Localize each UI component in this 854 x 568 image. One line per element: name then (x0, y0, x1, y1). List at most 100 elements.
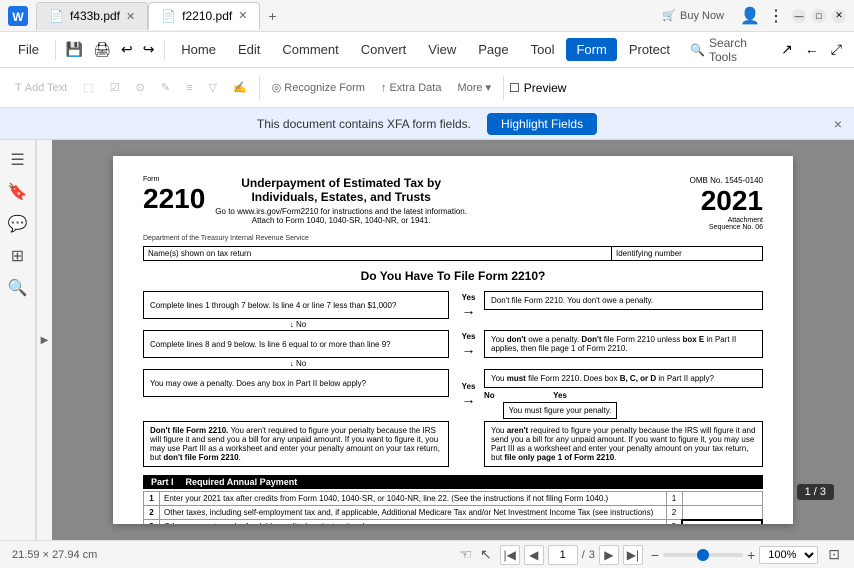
arent-required-cell: You aren't required to figure your penal… (484, 421, 763, 467)
preview-label: Preview (524, 81, 567, 95)
omb-year: 2021 (690, 185, 763, 217)
bookmark-panel-icon[interactable]: 🔖 (6, 180, 30, 204)
status-right: ☜ ↖ |◀ ◀ / 3 ▶ ▶| − + 100% 75% 125% 150%… (459, 544, 842, 565)
search-panel-icon[interactable]: 🔍 (6, 276, 30, 300)
recognize-form-button[interactable]: ◎ Recognize Form (265, 77, 372, 98)
new-tab-button[interactable]: + (260, 4, 284, 28)
save-icon[interactable]: 💾 (62, 37, 87, 62)
comment-panel-icon[interactable]: 💬 (6, 212, 30, 236)
menu-form[interactable]: Form (566, 38, 616, 61)
file-only-span: file only page 1 of Form 2210 (504, 453, 614, 462)
must-span: must (507, 374, 526, 383)
buy-now-button[interactable]: 🛒 Buy Now (654, 6, 732, 25)
view-controls: ↗ ← ⤢ (777, 37, 846, 62)
tab-file1[interactable]: 📄 f433b.pdf ✕ (36, 2, 148, 30)
dont-span: don't (507, 335, 526, 344)
prev-page-button[interactable]: ◀ (524, 545, 544, 565)
id-label: Identifying number (612, 247, 762, 260)
tab2-close[interactable]: ✕ (238, 9, 247, 22)
no-branch: No (484, 391, 495, 400)
menu-file[interactable]: File (8, 38, 49, 61)
checkbox-btn[interactable]: ☑ (103, 77, 127, 98)
pointer-tool-icon[interactable]: ↖ (480, 546, 492, 563)
menu-page[interactable]: Page (468, 38, 518, 61)
select-btn[interactable]: ⬚ (76, 77, 100, 98)
part-i-label: Part I (151, 477, 174, 487)
answer-2-box: You don't owe a penalty. Don't file Form… (484, 330, 763, 358)
tab-file2[interactable]: 📄 f2210.pdf ✕ (148, 2, 260, 30)
answer-2-cell: You don't owe a penalty. Don't file Form… (484, 330, 763, 358)
next-page-button[interactable]: ▶ (599, 545, 619, 565)
signature-btn[interactable]: ✍ (226, 77, 254, 98)
must-file-box: You must file Form 2210. Does box B, C, … (484, 369, 763, 388)
zoom-select[interactable]: 100% 75% 125% 150% 200% (759, 546, 818, 564)
collapse-panel-button[interactable]: ▶ (36, 140, 52, 540)
maximize-button[interactable]: □ (812, 9, 826, 23)
arent-required-box: You aren't required to figure your penal… (484, 421, 763, 467)
layers-panel-icon[interactable]: ⊞ (6, 244, 30, 268)
hand-tool-icon[interactable]: ☜ (459, 546, 472, 563)
expand-icon[interactable]: ⤢ (827, 37, 846, 62)
tab1-close[interactable]: ✕ (126, 10, 135, 23)
external-link-icon[interactable]: ↗ (777, 37, 797, 62)
menu-edit[interactable]: Edit (228, 38, 270, 61)
menu-view[interactable]: View (418, 38, 466, 61)
tab1-label: f433b.pdf (70, 9, 120, 23)
question-3-box: You may owe a penalty. Does any box in P… (143, 369, 449, 397)
banner-close-button[interactable]: × (834, 116, 842, 132)
yes-branch-label: Yes (553, 391, 567, 400)
edit-btn[interactable]: ✎ (154, 77, 177, 98)
zoom-out-button[interactable]: − (651, 547, 659, 563)
zoom-slider[interactable] (663, 553, 743, 557)
search-tools-label: Search Tools (709, 36, 763, 64)
part-i-table: 1 Enter your 2021 tax after credits from… (143, 491, 763, 524)
close-button[interactable]: ✕ (832, 9, 846, 23)
user-icon[interactable]: 👤 (740, 6, 760, 26)
box-e-span: box E (682, 335, 704, 344)
highlight-fields-button[interactable]: Highlight Fields (487, 113, 597, 135)
preview-checkbox[interactable]: ☐ (509, 81, 520, 95)
minimize-button[interactable]: — (792, 9, 806, 23)
menu-home[interactable]: Home (171, 38, 226, 61)
menu-protect[interactable]: Protect (619, 38, 680, 61)
redo-icon[interactable]: ↪ (139, 37, 159, 62)
part-i-title: Required Annual Payment (186, 477, 298, 487)
must-file-text: You must file Form 2210. Does box B, C, … (491, 374, 714, 383)
omb-number: OMB No. 1545-0140 (690, 176, 763, 185)
buy-now-label: Buy Now (680, 10, 724, 22)
part-i-row-1: 1 Enter your 2021 tax after credits from… (144, 492, 763, 506)
menu-comment[interactable]: Comment (272, 38, 348, 61)
list-btn[interactable]: ≡ (179, 78, 199, 98)
back-icon[interactable]: ← (801, 37, 823, 62)
first-page-button[interactable]: |◀ (500, 545, 520, 565)
status-bar: 21.59 × 27.94 cm ☜ ↖ |◀ ◀ / 3 ▶ ▶| − + 1… (0, 540, 854, 568)
print-icon[interactable]: 🖨 (89, 37, 115, 62)
figure-penalty-text: You must figure your penalty. (509, 406, 612, 415)
menu-tool[interactable]: Tool (521, 38, 565, 61)
spacer-3 (453, 358, 484, 369)
name-label: Name(s) shown on tax return (144, 247, 612, 260)
dropdown-btn[interactable]: ▽ (201, 77, 223, 98)
page-separator: / (582, 549, 585, 561)
question-3-text: You may owe a penalty. Does any box in P… (150, 379, 366, 388)
fit-page-icon[interactable]: ⊡ (826, 544, 842, 565)
undo-icon[interactable]: ↩ (117, 37, 137, 62)
add-text-button[interactable]: T Add Text (8, 78, 74, 98)
form-attach: Attach to Form 1040, 1040-SR, 1040-NR, o… (215, 216, 467, 225)
name-row: Name(s) shown on tax return Identifying … (143, 246, 763, 261)
dont-file-span: Don't (581, 335, 601, 344)
line-1-amount (682, 492, 762, 506)
flow-arrow-col: Yes → (453, 291, 484, 319)
question-2-text: Complete lines 8 and 9 below. Is line 6 … (150, 340, 391, 349)
circle-icon: ⊙ (136, 81, 145, 94)
search-tools[interactable]: 🔍 Search Tools (682, 32, 771, 68)
page-input[interactable] (548, 545, 578, 565)
more-button[interactable]: More ▾ (450, 77, 498, 98)
pages-panel-icon[interactable]: ☰ (6, 148, 30, 172)
zoom-in-button[interactable]: + (747, 547, 755, 563)
circle-btn[interactable]: ⊙ (129, 77, 152, 98)
menu-dots-icon[interactable]: ⋮ (768, 6, 784, 26)
last-page-button[interactable]: ▶| (623, 545, 643, 565)
menu-convert[interactable]: Convert (351, 38, 417, 61)
extra-data-button[interactable]: ↑ Extra Data (374, 78, 448, 98)
